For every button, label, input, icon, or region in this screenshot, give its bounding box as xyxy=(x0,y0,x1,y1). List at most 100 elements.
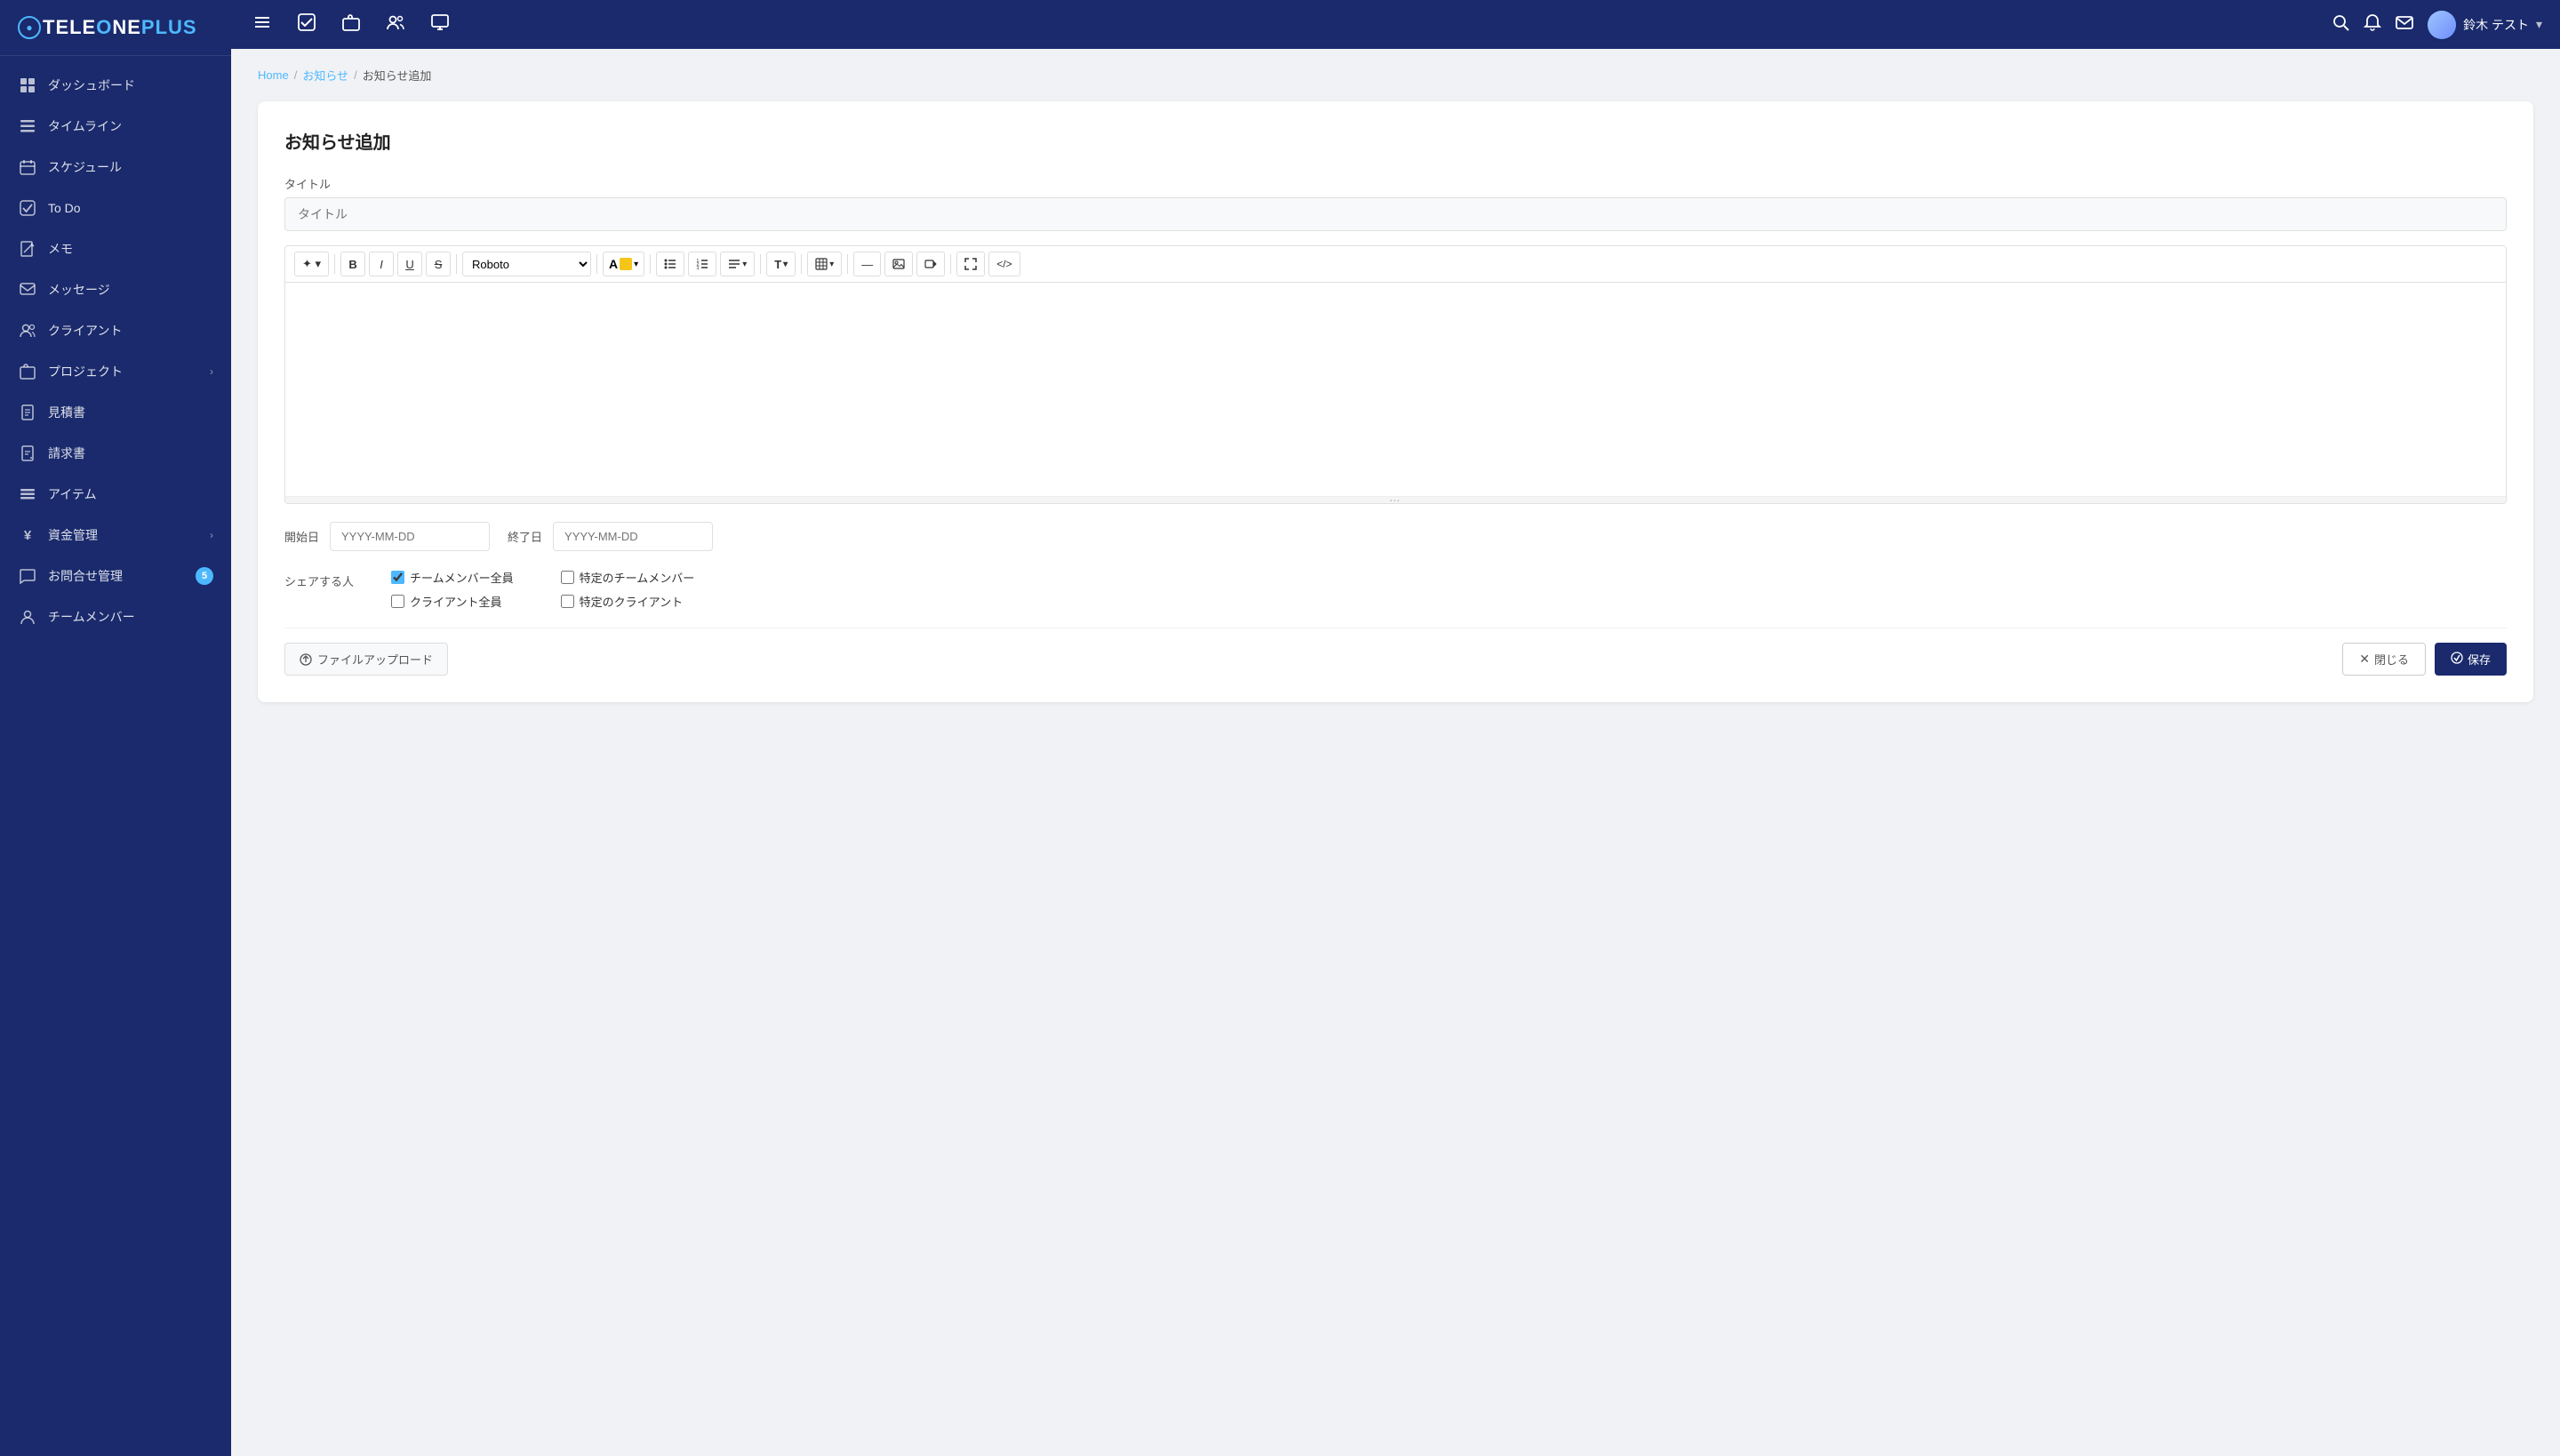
toolbar-video-button[interactable] xyxy=(916,252,945,276)
toolbar-bold-button[interactable]: B xyxy=(340,252,365,276)
sidebar-nav: ダッシュボード タイムライン スケジュール To Do xyxy=(0,56,231,1456)
sidebar-item-team[interactable]: チームメンバー xyxy=(0,596,231,637)
sidebar-item-label: ダッシュボード xyxy=(48,76,213,94)
monitor-icon[interactable] xyxy=(427,9,453,40)
share-checkbox-specific-team[interactable] xyxy=(561,571,574,584)
sidebar-item-message[interactable]: メッセージ xyxy=(0,269,231,310)
share-option-all-team[interactable]: チームメンバー全員 xyxy=(391,569,525,586)
start-date-input[interactable] xyxy=(330,522,490,551)
sidebar-item-memo[interactable]: メモ xyxy=(0,228,231,269)
client-icon xyxy=(18,321,37,340)
toolbar-separator xyxy=(596,254,597,274)
check-icon[interactable] xyxy=(293,9,320,40)
toolbar-italic-button[interactable]: I xyxy=(369,252,394,276)
sidebar-item-project[interactable]: プロジェクト › xyxy=(0,351,231,392)
content-area: Home / お知らせ / お知らせ追加 お知らせ追加 タイトル ✦ ▾ B I… xyxy=(231,49,2560,1456)
share-option-specific-client[interactable]: 特定のクライアント xyxy=(561,593,695,610)
editor-resize-handle[interactable]: ⋯ xyxy=(285,496,2506,503)
project-icon xyxy=(18,362,37,381)
footer-actions: ✕ 閉じる 保存 xyxy=(2342,643,2507,676)
share-option-specific-team-label: 特定のチームメンバー xyxy=(580,569,695,586)
logo-text: TELEONEPLUS xyxy=(43,16,197,39)
mail-icon[interactable] xyxy=(2396,13,2413,36)
toolbar-separator xyxy=(801,254,802,274)
sidebar-item-todo[interactable]: To Do xyxy=(0,188,231,228)
toolbar-ordered-list-button[interactable]: 1.2.3. xyxy=(688,252,716,276)
sidebar-item-timeline[interactable]: タイムライン xyxy=(0,106,231,147)
sidebar-item-items[interactable]: アイテム xyxy=(0,474,231,515)
toolbar-strikethrough-button[interactable]: S xyxy=(426,252,451,276)
save-icon xyxy=(2451,652,2463,667)
editor-container: ✦ ▾ B I U S Roboto Arial Times New Roman… xyxy=(284,245,2507,504)
breadcrumb-current: お知らせ追加 xyxy=(363,67,432,84)
search-icon[interactable] xyxy=(2332,13,2349,36)
sidebar-item-label: メモ xyxy=(48,240,213,258)
title-field-label: タイトル xyxy=(284,175,2507,192)
estimate-icon xyxy=(18,403,37,422)
share-option-all-client-label: クライアント全員 xyxy=(410,593,501,610)
toolbar-fullscreen-button[interactable] xyxy=(956,252,985,276)
toolbar-font-color-button[interactable]: A ▾ xyxy=(603,252,644,276)
dates-row: 開始日 終了日 xyxy=(284,522,2507,551)
start-date-label: 開始日 xyxy=(284,528,319,545)
sidebar-item-label: アイテム xyxy=(48,485,213,503)
start-date-group: 開始日 xyxy=(284,522,490,551)
share-checkbox-all-team[interactable] xyxy=(391,571,404,584)
sidebar-item-client[interactable]: クライアント xyxy=(0,310,231,351)
sidebar-item-label: 請求書 xyxy=(48,444,213,462)
toolbar-image-button[interactable] xyxy=(884,252,913,276)
share-checkbox-specific-client[interactable] xyxy=(561,595,574,608)
toolbar-hr-button[interactable]: — xyxy=(853,252,881,276)
share-option-specific-team[interactable]: 特定のチームメンバー xyxy=(561,569,695,586)
cancel-button[interactable]: ✕ 閉じる xyxy=(2342,643,2426,676)
sidebar-item-estimate[interactable]: 見積書 xyxy=(0,392,231,433)
end-date-label: 終了日 xyxy=(508,528,542,545)
form-footer: ファイルアップロード ✕ 閉じる 保存 xyxy=(284,628,2507,676)
user-name: 鈴木 テスト xyxy=(2463,16,2529,34)
toolbar-table-button[interactable]: ▾ xyxy=(807,252,842,276)
breadcrumb-home[interactable]: Home xyxy=(258,68,289,82)
end-date-input[interactable] xyxy=(553,522,713,551)
top-nav-actions: 鈴木 テスト ▾ xyxy=(2332,11,2542,39)
toolbar-magic-button[interactable]: ✦ ▾ xyxy=(294,252,329,276)
editor-body[interactable] xyxy=(285,283,2506,496)
todo-icon xyxy=(18,198,37,218)
form-title: お知らせ追加 xyxy=(284,128,2507,154)
breadcrumb-parent[interactable]: お知らせ xyxy=(302,67,348,84)
sidebar-item-inquiry[interactable]: お問合せ管理 5 xyxy=(0,556,231,596)
save-button-label: 保存 xyxy=(2468,651,2491,668)
share-options: チームメンバー全員 特定のチームメンバー クライアント全員 特定のクライアント xyxy=(391,569,694,610)
user-info[interactable]: 鈴木 テスト ▾ xyxy=(2428,11,2542,39)
toolbar-heading-button[interactable]: T▾ xyxy=(766,252,796,276)
toolbar-align-button[interactable]: ▾ xyxy=(720,252,755,276)
toolbar-source-button[interactable]: </> xyxy=(988,252,1020,276)
share-option-all-client[interactable]: クライアント全員 xyxy=(391,593,525,610)
title-input[interactable] xyxy=(284,197,2507,231)
project-arrow: › xyxy=(210,365,213,378)
logo: ● TELEONEPLUS xyxy=(0,0,231,56)
toolbar-separator xyxy=(847,254,848,274)
sidebar: ● TELEONEPLUS ダッシュボード タイムライン スケジュール xyxy=(0,0,231,1456)
toolbar-separator xyxy=(760,254,761,274)
save-button[interactable]: 保存 xyxy=(2435,643,2507,676)
users-icon[interactable] xyxy=(382,9,409,40)
share-label: シェアする人 xyxy=(284,569,373,589)
team-icon xyxy=(18,607,37,627)
sidebar-item-schedule[interactable]: スケジュール xyxy=(0,147,231,188)
toolbar-separator xyxy=(950,254,951,274)
memo-icon xyxy=(18,239,37,259)
briefcase-icon[interactable] xyxy=(338,9,364,40)
sidebar-item-dashboard[interactable]: ダッシュボード xyxy=(0,65,231,106)
top-nav: 鈴木 テスト ▾ xyxy=(231,0,2560,49)
schedule-icon xyxy=(18,157,37,177)
toolbar-bullet-list-button[interactable] xyxy=(656,252,684,276)
sidebar-item-finance[interactable]: ¥ 資金管理 › xyxy=(0,515,231,556)
toolbar-underline-button[interactable]: U xyxy=(397,252,422,276)
sidebar-item-invoice[interactable]: 請求書 xyxy=(0,433,231,474)
bell-icon[interactable] xyxy=(2364,13,2381,36)
menu-icon[interactable] xyxy=(249,9,276,40)
user-dropdown-icon: ▾ xyxy=(2536,17,2542,32)
upload-button[interactable]: ファイルアップロード xyxy=(284,643,448,676)
share-checkbox-all-client[interactable] xyxy=(391,595,404,608)
font-selector[interactable]: Roboto Arial Times New Roman xyxy=(462,252,591,276)
